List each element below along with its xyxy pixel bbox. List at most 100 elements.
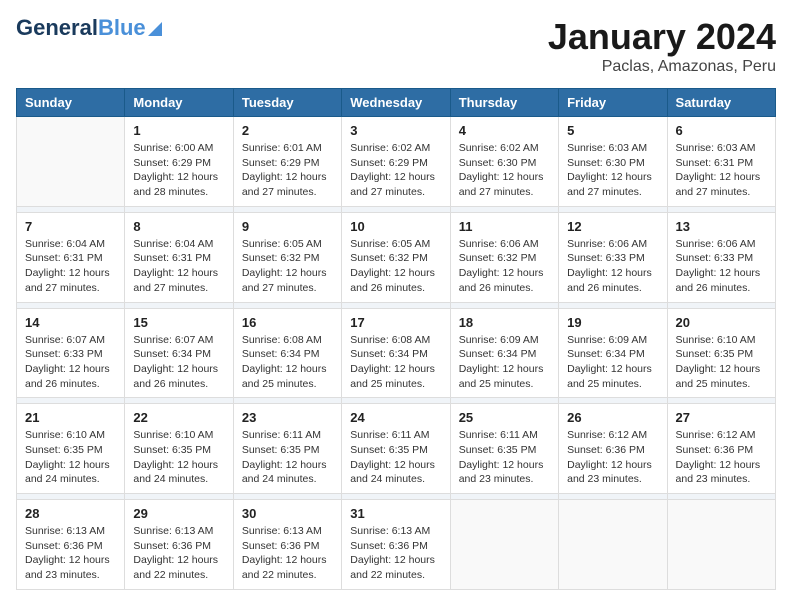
day-number: 4: [459, 123, 550, 138]
day-number: 24: [350, 410, 441, 425]
calendar-day-cell: 28 Sunrise: 6:13 AMSunset: 6:36 PMDayligh…: [17, 500, 125, 590]
day-info: Sunrise: 6:01 AMSunset: 6:29 PMDaylight:…: [242, 141, 333, 200]
day-number: 26: [567, 410, 658, 425]
calendar-day-cell: 4 Sunrise: 6:02 AMSunset: 6:30 PMDaylight…: [450, 117, 558, 207]
day-info: Sunrise: 6:09 AMSunset: 6:34 PMDaylight:…: [459, 333, 550, 392]
calendar-day-cell: 29Sunrise: 6:13 AMSunset: 6:36 PMDayligh…: [125, 500, 233, 590]
day-info: Sunrise: 6:12 AMSunset: 6:36 PMDaylight:…: [567, 428, 658, 487]
calendar-day-cell: 20 Sunrise: 6:10 AMSunset: 6:35 PMDayligh…: [667, 308, 775, 398]
day-of-week-header: Wednesday: [342, 89, 450, 117]
calendar-day-cell: 15 Sunrise: 6:07 AMSunset: 6:34 PMDayligh…: [125, 308, 233, 398]
day-of-week-header: Sunday: [17, 89, 125, 117]
day-info: Sunrise: 6:05 AMSunset: 6:32 PMDaylight:…: [350, 237, 441, 296]
days-of-week-row: SundayMondayTuesdayWednesdayThursdayFrid…: [17, 89, 776, 117]
day-number: 23: [242, 410, 333, 425]
day-info: Sunrise: 6:02 AMSunset: 6:29 PMDaylight:…: [350, 141, 441, 200]
calendar-day-cell: 1 Sunrise: 6:00 AMSunset: 6:29 PMDaylight…: [125, 117, 233, 207]
day-number: 7: [25, 219, 116, 234]
calendar-day-cell: 7Sunrise: 6:04 AMSunset: 6:31 PMDaylight…: [17, 212, 125, 302]
calendar-day-cell: 16Sunrise: 6:08 AMSunset: 6:34 PMDayligh…: [233, 308, 341, 398]
day-of-week-header: Thursday: [450, 89, 558, 117]
calendar-day-cell: 6 Sunrise: 6:03 AMSunset: 6:31 PMDaylight…: [667, 117, 775, 207]
calendar-day-cell: [559, 500, 667, 590]
day-info: Sunrise: 6:07 AMSunset: 6:34 PMDaylight:…: [133, 333, 224, 392]
day-number: 15: [133, 315, 224, 330]
day-number: 28: [25, 506, 116, 521]
day-number: 17: [350, 315, 441, 330]
day-info: Sunrise: 6:11 AMSunset: 6:35 PMDaylight:…: [350, 428, 441, 487]
day-info: Sunrise: 6:13 AMSunset: 6:36 PMDaylight:…: [25, 524, 116, 583]
day-number: 11: [459, 219, 550, 234]
calendar-day-cell: 30Sunrise: 6:13 AMSunset: 6:36 PMDayligh…: [233, 500, 341, 590]
calendar-day-cell: 9Sunrise: 6:05 AMSunset: 6:32 PMDaylight…: [233, 212, 341, 302]
day-of-week-header: Saturday: [667, 89, 775, 117]
calendar-day-cell: 25Sunrise: 6:11 AMSunset: 6:35 PMDayligh…: [450, 404, 558, 494]
calendar-day-cell: 17 Sunrise: 6:08 AMSunset: 6:34 PMDayligh…: [342, 308, 450, 398]
day-info: Sunrise: 6:03 AMSunset: 6:31 PMDaylight:…: [676, 141, 767, 200]
logo-text: GeneralBlue: [16, 16, 146, 40]
calendar-subtitle: Paclas, Amazonas, Peru: [548, 58, 776, 76]
day-number: 5: [567, 123, 658, 138]
day-number: 12: [567, 219, 658, 234]
day-info: Sunrise: 6:00 AMSunset: 6:29 PMDaylight:…: [133, 141, 224, 200]
day-number: 3: [350, 123, 441, 138]
day-number: 9: [242, 219, 333, 234]
calendar-week-row: 7 Sunrise: 6:04 AMSunset: 6:31 PMDaylight…: [17, 212, 776, 302]
calendar-day-cell: 14Sunrise: 6:07 AMSunset: 6:33 PMDayligh…: [17, 308, 125, 398]
calendar-day-cell: 24 Sunrise: 6:11 AMSunset: 6:35 PMDayligh…: [342, 404, 450, 494]
day-info: Sunrise: 6:03 AMSunset: 6:30 PMDaylight:…: [567, 141, 658, 200]
calendar-day-cell: [17, 117, 125, 207]
day-info: Sunrise: 6:02 AMSunset: 6:30 PMDaylight:…: [459, 141, 550, 200]
day-number: 10: [350, 219, 441, 234]
calendar-day-cell: 12 Sunrise: 6:06 AMSunset: 6:33 PMDayligh…: [559, 212, 667, 302]
calendar-day-cell: 2Sunrise: 6:01 AMSunset: 6:29 PMDaylight…: [233, 117, 341, 207]
day-info: Sunrise: 6:13 AMSunset: 6:36 PMDaylight:…: [133, 524, 224, 583]
calendar-day-cell: 5 Sunrise: 6:03 AMSunset: 6:30 PMDaylight…: [559, 117, 667, 207]
day-number: 8: [133, 219, 224, 234]
page-header: GeneralBlue January 2024 Paclas, Amazona…: [16, 16, 776, 76]
day-of-week-header: Monday: [125, 89, 233, 117]
day-info: Sunrise: 6:10 AMSunset: 6:35 PMDaylight:…: [133, 428, 224, 487]
logo: GeneralBlue: [16, 16, 162, 40]
logo-arrow-icon: [148, 22, 162, 36]
calendar-day-cell: 3 Sunrise: 6:02 AMSunset: 6:29 PMDaylight…: [342, 117, 450, 207]
calendar-day-cell: 21 Sunrise: 6:10 AMSunset: 6:35 PMDayligh…: [17, 404, 125, 494]
day-info: Sunrise: 6:07 AMSunset: 6:33 PMDaylight:…: [25, 333, 116, 392]
calendar-day-cell: 22Sunrise: 6:10 AMSunset: 6:35 PMDayligh…: [125, 404, 233, 494]
day-info: Sunrise: 6:10 AMSunset: 6:35 PMDaylight:…: [25, 428, 116, 487]
calendar-day-cell: 8 Sunrise: 6:04 AMSunset: 6:31 PMDaylight…: [125, 212, 233, 302]
day-number: 16: [242, 315, 333, 330]
day-info: Sunrise: 6:08 AMSunset: 6:34 PMDaylight:…: [350, 333, 441, 392]
title-block: January 2024 Paclas, Amazonas, Peru: [548, 16, 776, 76]
day-number: 18: [459, 315, 550, 330]
calendar-day-cell: 19 Sunrise: 6:09 AMSunset: 6:34 PMDayligh…: [559, 308, 667, 398]
calendar-week-row: 1 Sunrise: 6:00 AMSunset: 6:29 PMDaylight…: [17, 117, 776, 207]
day-number: 13: [676, 219, 767, 234]
calendar-day-cell: [667, 500, 775, 590]
day-info: Sunrise: 6:13 AMSunset: 6:36 PMDaylight:…: [350, 524, 441, 583]
day-number: 19: [567, 315, 658, 330]
calendar-day-cell: 18 Sunrise: 6:09 AMSunset: 6:34 PMDayligh…: [450, 308, 558, 398]
calendar-week-row: 21 Sunrise: 6:10 AMSunset: 6:35 PMDayligh…: [17, 404, 776, 494]
day-number: 6: [676, 123, 767, 138]
day-info: Sunrise: 6:09 AMSunset: 6:34 PMDaylight:…: [567, 333, 658, 392]
calendar-body: 1 Sunrise: 6:00 AMSunset: 6:29 PMDaylight…: [17, 117, 776, 590]
day-number: 21: [25, 410, 116, 425]
calendar-week-row: 28 Sunrise: 6:13 AMSunset: 6:36 PMDayligh…: [17, 500, 776, 590]
day-info: Sunrise: 6:04 AMSunset: 6:31 PMDaylight:…: [133, 237, 224, 296]
day-number: 27: [676, 410, 767, 425]
day-info: Sunrise: 6:06 AMSunset: 6:33 PMDaylight:…: [567, 237, 658, 296]
day-of-week-header: Tuesday: [233, 89, 341, 117]
day-number: 20: [676, 315, 767, 330]
calendar-week-row: 14Sunrise: 6:07 AMSunset: 6:33 PMDayligh…: [17, 308, 776, 398]
calendar-day-cell: 23Sunrise: 6:11 AMSunset: 6:35 PMDayligh…: [233, 404, 341, 494]
day-info: Sunrise: 6:06 AMSunset: 6:32 PMDaylight:…: [459, 237, 550, 296]
calendar-table: SundayMondayTuesdayWednesdayThursdayFrid…: [16, 88, 776, 590]
calendar-day-cell: 26 Sunrise: 6:12 AMSunset: 6:36 PMDayligh…: [559, 404, 667, 494]
calendar-day-cell: 10 Sunrise: 6:05 AMSunset: 6:32 PMDayligh…: [342, 212, 450, 302]
calendar-day-cell: 31Sunrise: 6:13 AMSunset: 6:36 PMDayligh…: [342, 500, 450, 590]
day-info: Sunrise: 6:10 AMSunset: 6:35 PMDaylight:…: [676, 333, 767, 392]
day-number: 1: [133, 123, 224, 138]
calendar-day-cell: 27Sunrise: 6:12 AMSunset: 6:36 PMDayligh…: [667, 404, 775, 494]
calendar-day-cell: 11 Sunrise: 6:06 AMSunset: 6:32 PMDayligh…: [450, 212, 558, 302]
